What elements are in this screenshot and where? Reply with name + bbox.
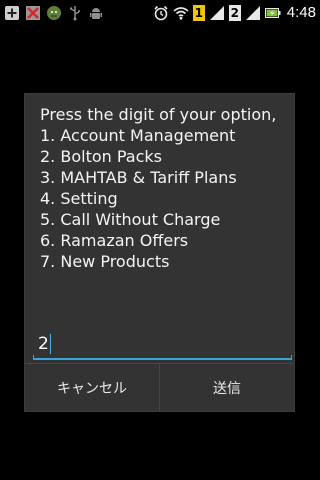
message-prompt: Press the digit of your option, xyxy=(40,105,277,124)
signal-icon xyxy=(209,5,225,21)
menu-option: 6. Ramazan Offers xyxy=(40,231,189,250)
send-button[interactable]: 送信 xyxy=(160,364,294,411)
ussd-dialog: Press the digit of your option, 1. Accoun… xyxy=(24,93,295,412)
usb-icon xyxy=(67,5,83,21)
ussd-message: Press the digit of your option, 1. Accoun… xyxy=(40,104,290,272)
cancel-button[interactable]: キャンセル xyxy=(25,364,159,411)
menu-option: 3. MAHTAB & Tariff Plans xyxy=(40,168,237,187)
wifi-icon xyxy=(173,5,189,21)
reply-input[interactable]: 2 xyxy=(33,330,292,360)
signal-icon-2 xyxy=(245,5,261,21)
menu-option: 7. New Products xyxy=(40,252,170,271)
no-signal-app-icon xyxy=(25,5,41,21)
clock: 4:48 xyxy=(286,4,316,21)
status-bar: 1 2 4:48 xyxy=(0,0,320,25)
dialog-button-row: キャンセル 送信 xyxy=(25,363,294,411)
add-icon xyxy=(4,5,20,21)
android-robot-icon xyxy=(46,5,62,21)
reply-input-value: 2 xyxy=(38,334,49,354)
sim2-badge: 2 xyxy=(228,4,241,21)
menu-option: 1. Account Management xyxy=(40,126,236,145)
text-caret xyxy=(49,334,51,354)
android-debug-icon xyxy=(88,5,104,21)
menu-option: 5. Call Without Charge xyxy=(40,210,221,229)
alarm-icon xyxy=(153,5,169,21)
sim1-badge: 1 xyxy=(192,4,205,21)
battery-charging-icon xyxy=(264,5,281,21)
menu-option: 2. Bolton Packs xyxy=(40,147,162,166)
menu-option: 4. Setting xyxy=(40,189,118,208)
input-underline xyxy=(33,355,292,360)
